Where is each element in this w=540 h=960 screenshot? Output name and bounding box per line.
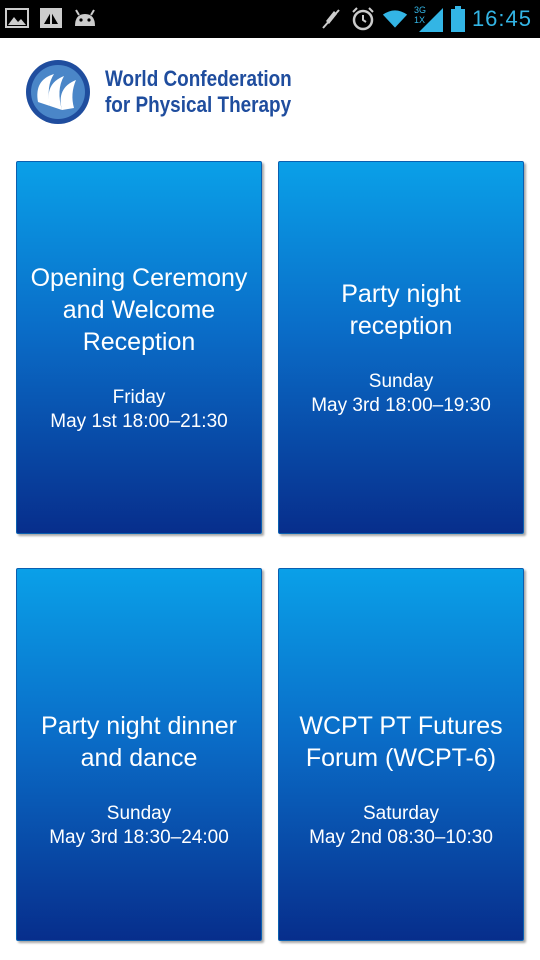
event-day: Saturday — [362, 802, 440, 824]
event-date: May 3rd 18:30–24:00 — [49, 826, 229, 848]
status-bar: 3G 1X 16:45 — [0, 0, 540, 38]
event-date: May 2nd 08:30–10:30 — [309, 826, 493, 848]
network-type-label-secondary: 1X — [413, 15, 425, 25]
clock: 16:45 — [471, 6, 532, 31]
gallery-icon — [4, 6, 30, 30]
event-date: May 1st 18:00–21:30 — [50, 410, 228, 432]
alarm-icon — [350, 7, 376, 31]
android-icon — [72, 6, 98, 30]
event-tile-opening-ceremony[interactable]: Opening Ceremony and Welcome Reception F… — [16, 161, 262, 534]
event-title: Party night dinner and dance — [41, 711, 237, 772]
event-tile-party-night-reception[interactable]: Party night reception Sunday May 3rd 18:… — [278, 161, 524, 534]
org-name: World Confederation for Physical Therapy — [105, 66, 292, 118]
event-day: Friday — [112, 386, 166, 408]
org-name-line2: for Physical Therapy — [105, 92, 292, 117]
wifi-icon — [382, 7, 408, 31]
app-icon — [38, 6, 64, 30]
network-type-label: 3G — [413, 5, 426, 15]
app-header: World Confederation for Physical Therapy — [0, 38, 540, 148]
event-day: Sunday — [106, 802, 172, 824]
mute-icon — [318, 7, 344, 31]
event-title: Opening Ceremony and Welcome Reception — [30, 263, 248, 356]
event-tile-party-night-dinner[interactable]: Party night dinner and dance Sunday May … — [16, 568, 262, 941]
org-name-line1: World Confederation — [105, 66, 292, 91]
event-tile-wcpt-futures-forum[interactable]: WCPT PT Futures Forum (WCPT-6) Saturday … — [278, 568, 524, 941]
wcpt-logo-icon — [24, 58, 92, 126]
event-day: Sunday — [368, 370, 434, 392]
battery-icon — [450, 6, 466, 32]
event-title: Party night reception — [341, 279, 461, 340]
event-date: May 3rd 18:00–19:30 — [311, 394, 491, 416]
signal-icon: 3G 1X — [414, 5, 444, 33]
event-title: WCPT PT Futures Forum (WCPT-6) — [299, 711, 503, 772]
